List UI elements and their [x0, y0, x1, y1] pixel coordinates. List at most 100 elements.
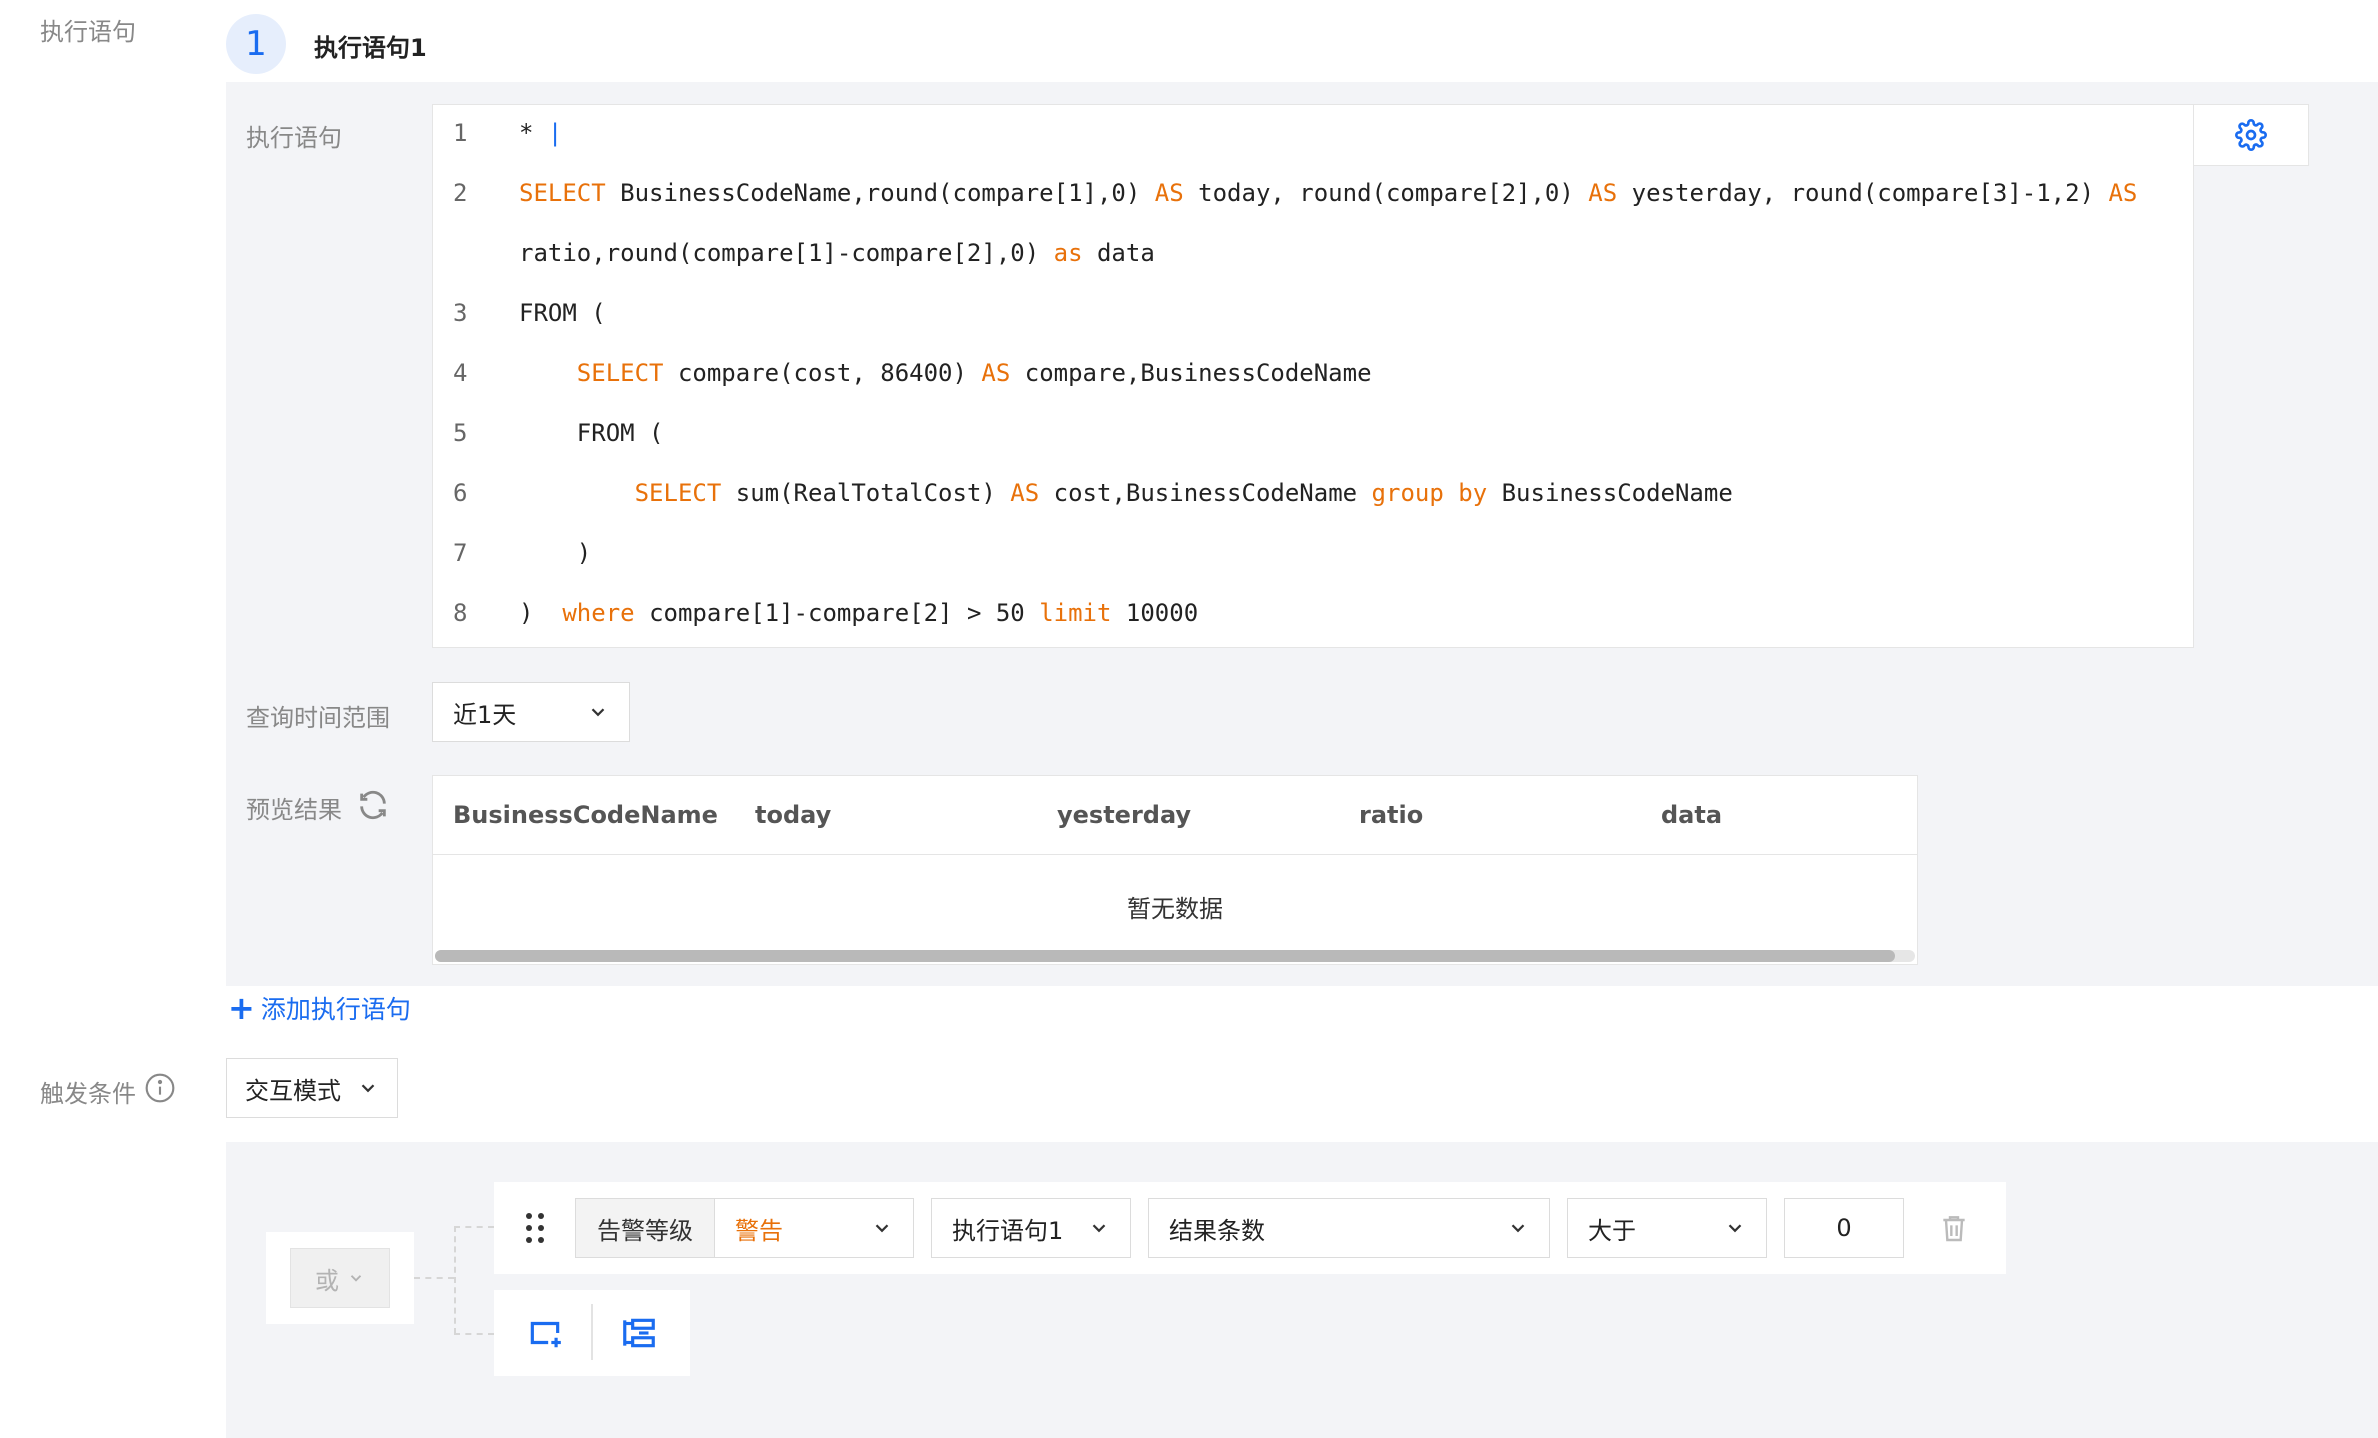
sql-text: ratio,round(compare[1]-compare[2],0) — [519, 239, 1054, 267]
connector-line — [454, 1226, 494, 1228]
code-line: SELECT BusinessCodeName,round(compare[1]… — [519, 179, 2137, 207]
plus-icon: + — [228, 989, 255, 1027]
code-line-number: 2 — [453, 179, 468, 207]
trigger-mode-value: 交互模式 — [245, 1076, 341, 1105]
sql-keyword: AS — [1588, 179, 1632, 207]
step-number: 1 — [245, 24, 267, 64]
empty-data-text: 暂无数据 — [1127, 895, 1223, 923]
connector-line — [414, 1277, 454, 1279]
time-range-value: 近1天 — [453, 700, 517, 729]
sql-text: * — [519, 119, 548, 147]
add-condition-icon[interactable] — [526, 1314, 564, 1352]
code-line-number: 4 — [453, 359, 468, 387]
add-statement-label: 添加执行语句 — [260, 995, 411, 1024]
code-line: ) — [519, 539, 591, 567]
sql-text: ) — [519, 539, 592, 567]
refresh-icon[interactable] — [356, 788, 390, 822]
chevron-down-icon — [1511, 1224, 1525, 1233]
sql-text: compare(cost, 86400) — [677, 359, 982, 387]
sql-text: sum(RealTotalCost) — [735, 479, 1011, 507]
sql-text: yesterday, round(compare[3]-1,2) — [1631, 179, 2109, 207]
sql-keyword: AS — [1154, 179, 1199, 207]
time-range-select[interactable]: 近1天 — [432, 682, 630, 742]
info-icon[interactable] — [144, 1072, 176, 1104]
operator-select-value: 大于 — [1588, 1216, 1636, 1245]
metric-select[interactable]: 结果条数 — [1148, 1198, 1550, 1258]
code-line: FROM ( — [519, 299, 606, 327]
editor-settings-button[interactable] — [2193, 104, 2309, 166]
scrollbar-thumb[interactable] — [435, 950, 1895, 962]
table-header-row: BusinessCodeName today yesterday ratio d… — [433, 776, 1917, 855]
statement-select-value: 执行语句1 — [952, 1216, 1064, 1245]
sql-code-editor[interactable]: 1 * | 2 SELECT BusinessCodeName,round(compa… — [432, 104, 2194, 648]
code-line: SELECT compare(cost, 86400) AS compare,B… — [519, 359, 1372, 387]
execute-statement-section-label: 执行语句 — [40, 18, 136, 46]
chevron-down-icon — [591, 708, 605, 717]
chevron-down-icon — [1092, 1224, 1106, 1233]
column-header-today: today — [755, 801, 832, 829]
code-line: * | — [519, 119, 562, 147]
threshold-value: 0 — [1836, 1214, 1852, 1242]
code-line: ratio,round(compare[1]-compare[2],0) as … — [519, 239, 1155, 267]
sql-keyword: group by — [1371, 479, 1502, 507]
code-line-number: 1 — [453, 119, 468, 147]
sql-keyword: SELECT — [519, 179, 621, 207]
sql-keyword: as — [1053, 239, 1097, 267]
sql-text: BusinessCodeName,round(compare[1],0) — [620, 179, 1155, 207]
code-line: SELECT sum(RealTotalCost) AS cost,Busine… — [519, 479, 1733, 507]
code-line-number: 3 — [453, 299, 468, 327]
gear-icon — [2235, 119, 2267, 151]
sql-keyword: SELECT — [576, 359, 678, 387]
add-condition-group-icon[interactable] — [620, 1314, 658, 1352]
step-title: 执行语句1 — [314, 34, 427, 62]
code-line: FROM ( — [519, 419, 664, 447]
column-header-ratio: ratio — [1359, 801, 1424, 829]
connector-line — [454, 1333, 494, 1335]
column-header-businesscodename: BusinessCodeName — [453, 801, 718, 829]
statement-label: 执行语句 — [246, 124, 342, 152]
sql-keyword: AS — [1010, 479, 1054, 507]
code-area: 1 * | 2 SELECT BusinessCodeName,round(compa… — [433, 105, 2193, 647]
code-line: ) where compare[1]-compare[2] > 50 limit… — [519, 599, 1198, 627]
sql-keyword: where — [562, 599, 650, 627]
trash-icon[interactable] — [1938, 1210, 1970, 1246]
chevron-down-icon — [1728, 1224, 1742, 1233]
logic-operator-select[interactable]: 或 — [290, 1248, 390, 1308]
code-line-number: 5 — [453, 419, 468, 447]
sql-text: FROM ( — [519, 419, 664, 447]
statement-select[interactable]: 执行语句1 — [931, 1198, 1131, 1258]
sql-keyword: SELECT — [634, 479, 736, 507]
sql-text: BusinessCodeName — [1501, 479, 1733, 507]
sql-text: 10000 — [1125, 599, 1199, 627]
code-line-number: 6 — [453, 479, 468, 507]
trigger-mode-select[interactable]: 交互模式 — [226, 1058, 398, 1118]
alert-level-label: 告警等级 — [575, 1198, 715, 1258]
text-cursor: | — [547, 119, 563, 147]
logic-operator-value: 或 — [315, 1266, 339, 1295]
code-line-number: 7 — [453, 539, 468, 567]
sql-text: ) — [519, 599, 563, 627]
sql-text: compare[1]-compare[2] > 50 — [649, 599, 1040, 627]
sql-text: today, round(compare[2],0) — [1198, 179, 1589, 207]
sql-keyword: AS — [2108, 179, 2138, 207]
connector-line — [454, 1226, 456, 1334]
time-range-label: 查询时间范围 — [246, 704, 390, 732]
sql-text: data — [1096, 239, 1155, 267]
add-statement-link[interactable]: + 添加执行语句 — [228, 990, 411, 1026]
operator-select[interactable]: 大于 — [1567, 1198, 1767, 1258]
threshold-input[interactable]: 0 — [1784, 1198, 1904, 1258]
action-divider — [591, 1304, 593, 1360]
sql-keyword: limit — [1039, 599, 1126, 627]
chevron-down-icon — [875, 1224, 889, 1233]
sql-text: FROM ( — [519, 299, 606, 327]
sql-text: compare,BusinessCodeName — [1024, 359, 1372, 387]
alert-level-select[interactable]: 警告 — [714, 1198, 914, 1258]
metric-select-value: 结果条数 — [1169, 1216, 1265, 1245]
drag-handle-icon[interactable] — [520, 1210, 550, 1246]
horizontal-scrollbar[interactable] — [435, 950, 1915, 962]
alert-level-value: 警告 — [735, 1216, 783, 1245]
chevron-down-icon — [361, 1084, 375, 1093]
chevron-down-icon — [350, 1275, 362, 1282]
